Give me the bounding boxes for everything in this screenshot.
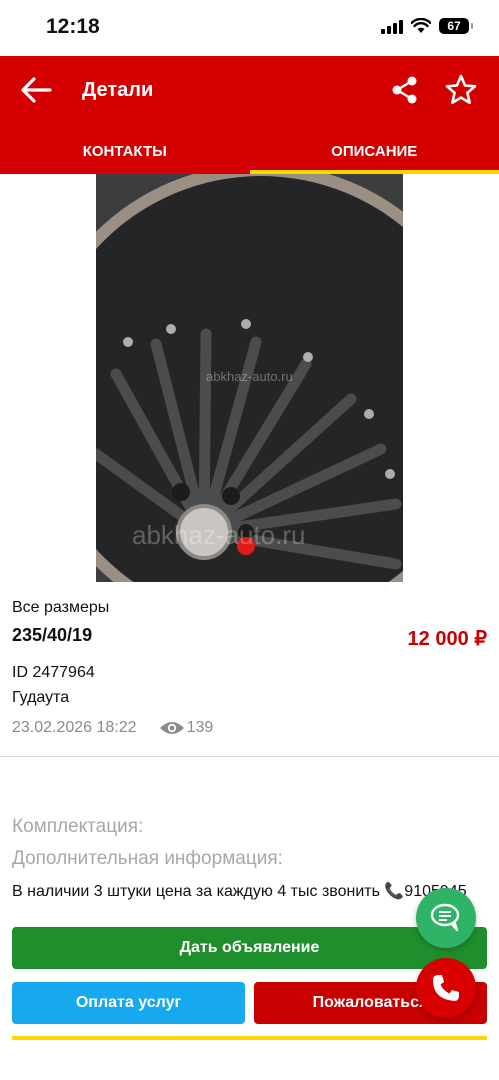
status-icons: 67: [381, 18, 473, 34]
bottom-accent-line: [12, 1036, 487, 1040]
status-bar: 12:18 67: [0, 0, 499, 56]
tab-contacts[interactable]: КОНТАКТЫ: [0, 132, 250, 174]
category-label: Все размеры: [12, 599, 110, 616]
share-button[interactable]: [385, 70, 425, 110]
tab-description[interactable]: ОПИСАНИЕ: [249, 132, 499, 174]
phone-icon: [433, 975, 459, 1001]
star-outline-icon: [445, 74, 477, 105]
posted-date: 23.02.2026 18:22: [12, 719, 137, 736]
favorite-button[interactable]: [439, 68, 483, 112]
ad-id: ID 2477964: [12, 664, 95, 681]
views-counter: 139: [159, 719, 214, 737]
eye-icon: [159, 722, 184, 734]
share-icon: [392, 76, 417, 104]
pay-services-button[interactable]: Оплата услуг: [12, 982, 245, 1024]
photo-watermark: abkhaz-auto.ru: [206, 369, 293, 384]
extra-info-label: Дополнительная информация:: [12, 848, 283, 869]
views-count: 139: [186, 719, 214, 736]
page-title: Детали: [82, 79, 154, 101]
back-button[interactable]: [14, 68, 58, 112]
battery-icon: 67: [439, 18, 473, 34]
price: 12 000 ₽: [407, 628, 487, 650]
post-ad-button[interactable]: Дать объявление: [12, 927, 487, 969]
listing-photo[interactable]: abkhaz-auto.ru abkhaz-auto.ru: [96, 174, 403, 582]
signal-icon: [381, 18, 403, 34]
status-time: 12:18: [46, 15, 100, 38]
chat-icon: [430, 903, 460, 932]
kit-label: Комплектация:: [12, 816, 144, 837]
city: Гудаута: [12, 689, 70, 706]
wifi-icon: [411, 18, 431, 33]
arrow-left-icon: [21, 77, 52, 103]
tab-bar: КОНТАКТЫ ОПИСАНИЕ: [0, 132, 499, 174]
photo-watermark-large: abkhaz-auto.ru: [132, 520, 306, 550]
call-button[interactable]: [416, 958, 476, 1018]
listing-meta: 23.02.2026 18:22 139: [12, 719, 213, 737]
chat-button[interactable]: [416, 888, 476, 948]
divider: [0, 756, 499, 757]
description-text: В наличии 3 штуки цена за каждую 4 тыс з…: [12, 883, 467, 900]
app-bar: Детали КОНТАКТЫ ОПИСАНИЕ: [0, 56, 499, 174]
